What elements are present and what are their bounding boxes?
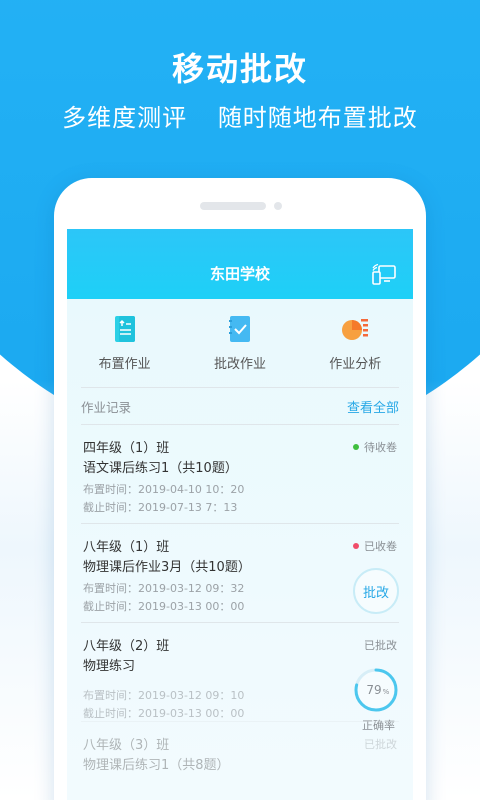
record-deadline: 截止时间：2019-03-13 00：00 [83, 707, 245, 720]
grade-homework-button[interactable]: 批改作业 [185, 315, 295, 387]
record-status: 已收卷 [353, 538, 397, 554]
homework-record[interactable]: 八年级（3）班 物理课后练习1（共8题） 已批改 [81, 721, 399, 800]
grade-homework-label: 批改作业 [213, 357, 266, 372]
homework-analysis-label: 作业分析 [329, 357, 382, 372]
assign-homework-button[interactable]: 布置作业 [70, 315, 180, 387]
record-class: 八年级（1）班 [83, 540, 170, 555]
record-assigned-time: 布置时间：2019-03-12 09：10 [83, 689, 245, 702]
homework-record[interactable]: 八年级（2）班 物理练习 布置时间：2019-03-12 09：10 截止时间：… [81, 622, 399, 732]
record-status: 已批改 [364, 736, 397, 752]
record-assigned-time: 布置时间：2019-03-12 09：32 [83, 582, 245, 595]
view-all-link[interactable]: 查看全部 [347, 397, 399, 416]
accuracy-unit: % [383, 688, 390, 696]
accuracy-value: 79 [366, 683, 381, 697]
record-task: 语文课后练习1（共10题） [83, 461, 238, 476]
app-header: 东田学校 [67, 229, 413, 299]
screen-cast-icon[interactable] [371, 263, 397, 285]
phone-camera [274, 202, 282, 210]
record-task: 物理练习 [83, 659, 136, 674]
app-title: 东田学校 [209, 265, 270, 283]
homework-analysis-button[interactable]: 作业分析 [300, 315, 410, 387]
quick-actions: 布置作业 批改作业 作业分析 [67, 299, 413, 387]
record-status: 待收卷 [353, 439, 397, 455]
record-task: 物理课后练习1（共8题） [83, 758, 230, 773]
record-deadline: 截止时间：2019-07-13 7：13 [83, 501, 238, 514]
record-deadline: 截止时间：2019-03-13 00：00 [83, 600, 245, 613]
grade-homework-icon [228, 316, 250, 342]
homework-record[interactable]: 八年级（1）班 物理课后作业3月（共10题） 布置时间：2019-03-12 0… [81, 523, 399, 622]
record-status-text: 已批改 [364, 738, 397, 751]
phone-screen: 东田学校 布置作业 批改作业 作业分析 作业记录 查看全部 四年级（1）班 语文… [67, 229, 413, 800]
promo-subtitle: 多维度测评 随时随地布置批改 [0, 98, 480, 133]
phone-frame: 东田学校 布置作业 批改作业 作业分析 作业记录 查看全部 四年级（1）班 语文… [54, 178, 426, 800]
records-header: 作业记录 查看全部 [81, 388, 399, 424]
status-dot-icon [353, 543, 359, 549]
record-status-text: 已收卷 [364, 540, 397, 553]
record-class: 八年级（2）班 [83, 639, 170, 654]
homework-record[interactable]: 四年级（1）班 语文课后练习1（共10题） 布置时间：2019-04-10 10… [81, 424, 399, 523]
record-status-text: 待收卷 [364, 441, 397, 454]
record-class: 八年级（3）班 [83, 738, 170, 753]
promo-subtitle-right: 随时随地布置批改 [217, 104, 418, 132]
record-assigned-time: 布置时间：2019-04-10 10：20 [83, 483, 245, 496]
record-status-text: 已批改 [364, 639, 397, 652]
record-class: 四年级（1）班 [83, 441, 170, 456]
record-status: 已批改 [364, 637, 397, 653]
accuracy-ring: 79 % [354, 668, 398, 712]
status-dot-icon [353, 444, 359, 450]
record-task: 物理课后作业3月（共10题） [83, 560, 251, 575]
app-body: 布置作业 批改作业 作业分析 作业记录 查看全部 四年级（1）班 语文课后练习1… [67, 299, 413, 800]
grade-button[interactable]: 批改 [353, 568, 399, 614]
assign-homework-icon [114, 316, 135, 342]
phone-speaker [200, 202, 266, 210]
promo-title: 移动批改 [171, 50, 308, 88]
promo-subtitle-left: 多维度测评 [62, 104, 188, 132]
analysis-chart-icon [342, 319, 369, 340]
records-label: 作业记录 [81, 399, 132, 415]
assign-homework-label: 布置作业 [98, 357, 151, 372]
